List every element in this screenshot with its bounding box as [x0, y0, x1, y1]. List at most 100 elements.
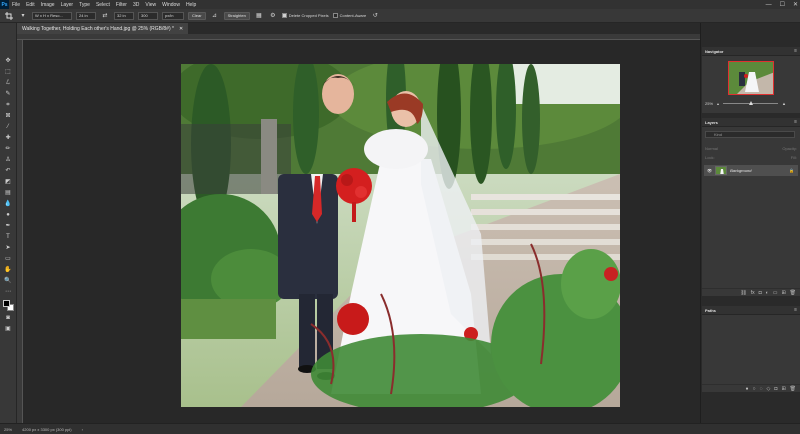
- layer-name[interactable]: Background: [730, 168, 751, 173]
- healing-tool-icon[interactable]: ✚: [3, 133, 14, 142]
- add-mask-icon[interactable]: ◘: [759, 290, 762, 296]
- dodge-tool-icon[interactable]: ●: [3, 210, 14, 219]
- status-doc-info[interactable]: 4200 px x 3300 px (300 ppi): [22, 427, 72, 432]
- opacity-label[interactable]: Opacity:: [782, 146, 797, 151]
- navigator-zoom-slider[interactable]: [723, 101, 779, 105]
- maximize-icon[interactable]: ☐: [780, 1, 785, 8]
- stamp-tool-icon[interactable]: ♙: [3, 155, 14, 164]
- minimize-icon[interactable]: —: [766, 2, 772, 8]
- eraser-tool-icon[interactable]: ◩: [3, 177, 14, 186]
- foreground-color-swatch[interactable]: [2, 300, 10, 307]
- more-tools-icon[interactable]: ⋯: [3, 287, 14, 296]
- new-layer-icon[interactable]: ⊞: [781, 290, 785, 296]
- menu-item-view[interactable]: View: [142, 2, 159, 8]
- layer-filter-select[interactable]: Kind: [705, 131, 795, 138]
- make-path-icon[interactable]: ◇: [767, 386, 771, 392]
- zoom-out-icon[interactable]: ▴: [717, 101, 719, 106]
- pen-tool-icon[interactable]: ✒: [3, 221, 14, 230]
- delete-cropped-checkbox[interactable]: Delete Cropped Pixels: [281, 13, 329, 18]
- path-select-tool-icon[interactable]: ➤: [3, 243, 14, 252]
- swap-icon[interactable]: ⇄: [100, 11, 110, 20]
- wedding-photo[interactable]: [181, 64, 620, 407]
- link-layers-icon[interactable]: ⛓: [740, 290, 746, 296]
- type-tool-icon[interactable]: T: [3, 232, 14, 241]
- gear-icon[interactable]: ⚙: [268, 11, 278, 20]
- zoom-in-icon[interactable]: ▲: [782, 101, 786, 106]
- menu-item-type[interactable]: Type: [76, 2, 93, 8]
- height-input[interactable]: 32 in: [114, 11, 134, 20]
- menu-item-edit[interactable]: Edit: [23, 2, 38, 8]
- fx-icon[interactable]: fx: [751, 290, 755, 296]
- add-mask-icon[interactable]: ◘: [774, 386, 777, 392]
- trash-icon[interactable]: 🗑: [790, 290, 796, 296]
- menu-item-image[interactable]: Image: [38, 2, 58, 8]
- panel-menu-icon[interactable]: ≡: [794, 48, 797, 54]
- layer-item-background[interactable]: 👁 Background 🔒: [704, 165, 798, 176]
- menu-item-filter[interactable]: Filter: [113, 2, 130, 8]
- straighten-button[interactable]: Straighten: [223, 11, 250, 20]
- menu-item-select[interactable]: Select: [93, 2, 113, 8]
- hand-tool-icon[interactable]: ✋: [3, 265, 14, 274]
- navigator-zoom-value[interactable]: 25%: [705, 101, 713, 106]
- fill-path-icon[interactable]: ●: [746, 386, 749, 392]
- navigator-thumbnail[interactable]: [728, 61, 774, 95]
- close-icon[interactable]: ✕: [793, 1, 798, 8]
- quick-select-tool-icon[interactable]: ✎: [3, 89, 14, 98]
- checkbox-icon[interactable]: [332, 13, 338, 18]
- lasso-tool-icon[interactable]: ℒ: [3, 78, 14, 87]
- crop-tool-icon[interactable]: ⌗: [3, 100, 14, 109]
- gradient-tool-icon[interactable]: ▤: [3, 188, 14, 197]
- frame-tool-icon[interactable]: ⊠: [3, 111, 14, 120]
- document-tab[interactable]: Walking Together, Holding Each other's H…: [17, 23, 189, 34]
- crop-tool-icon[interactable]: [4, 11, 14, 20]
- stroke-path-icon[interactable]: ○: [753, 386, 756, 392]
- move-tool-icon[interactable]: ✥: [3, 56, 14, 65]
- panel-menu-icon[interactable]: ≡: [794, 119, 797, 125]
- content-aware-checkbox[interactable]: Content-Aware: [332, 13, 366, 18]
- quick-mask-icon[interactable]: ◙: [3, 313, 14, 322]
- brush-tool-icon[interactable]: ✏: [3, 144, 14, 153]
- menu-item-file[interactable]: File: [9, 2, 23, 8]
- chevron-right-icon[interactable]: ›: [82, 427, 83, 432]
- checkbox-icon[interactable]: [281, 13, 287, 18]
- canvas-area[interactable]: [23, 40, 700, 423]
- menu-item-help[interactable]: Help: [183, 2, 199, 8]
- clear-button[interactable]: Clear: [188, 11, 206, 20]
- panel-menu-icon[interactable]: ≡: [794, 307, 797, 313]
- navigator-header[interactable]: Navigator ≡: [702, 47, 800, 56]
- fill-label[interactable]: Fill:: [791, 155, 797, 160]
- paths-header[interactable]: Paths ≡: [702, 306, 800, 315]
- color-swatches[interactable]: [2, 300, 14, 311]
- history-brush-icon[interactable]: ↶: [3, 166, 14, 175]
- close-icon[interactable]: ✕: [179, 26, 183, 32]
- load-selection-icon[interactable]: ◌: [760, 386, 763, 392]
- eye-icon[interactable]: 👁: [707, 168, 712, 173]
- resolution-unit-select[interactable]: px/in: [162, 11, 184, 20]
- blend-mode-select[interactable]: Normal: [705, 146, 718, 151]
- status-zoom[interactable]: 25%: [4, 427, 12, 432]
- lock-icon: 🔒: [789, 168, 794, 173]
- blur-tool-icon[interactable]: 💧: [3, 199, 14, 208]
- chevron-down-icon[interactable]: ▾: [18, 11, 28, 20]
- marquee-tool-icon[interactable]: ⬚: [3, 67, 14, 76]
- adjustment-layer-icon[interactable]: ◐: [766, 290, 769, 296]
- menu-item-3d[interactable]: 3D: [130, 2, 142, 8]
- screen-mode-icon[interactable]: ▣: [3, 324, 14, 333]
- shape-tool-icon[interactable]: ▭: [3, 254, 14, 263]
- grid-overlay-icon[interactable]: ▦: [254, 11, 264, 20]
- menu-item-window[interactable]: Window: [159, 2, 183, 8]
- trash-icon[interactable]: 🗑: [790, 386, 796, 392]
- resolution-input[interactable]: 300: [138, 11, 158, 20]
- slider-thumb[interactable]: [749, 101, 754, 105]
- eyedropper-tool-icon[interactable]: ⁄: [3, 122, 14, 131]
- lock-fill-row: Lock: Fill:: [705, 154, 797, 161]
- menu-item-layer[interactable]: Layer: [58, 2, 77, 8]
- reset-icon[interactable]: ↺: [370, 11, 380, 20]
- group-icon[interactable]: ▭: [773, 290, 778, 296]
- ratio-select[interactable]: W x H x Reso...: [32, 11, 72, 20]
- straighten-icon[interactable]: ⊿: [210, 11, 220, 20]
- zoom-tool-icon[interactable]: 🔍: [3, 276, 14, 285]
- width-input[interactable]: 24 in: [76, 11, 96, 20]
- new-path-icon[interactable]: ⊞: [781, 386, 785, 392]
- layers-header[interactable]: Layers ≡: [702, 118, 800, 127]
